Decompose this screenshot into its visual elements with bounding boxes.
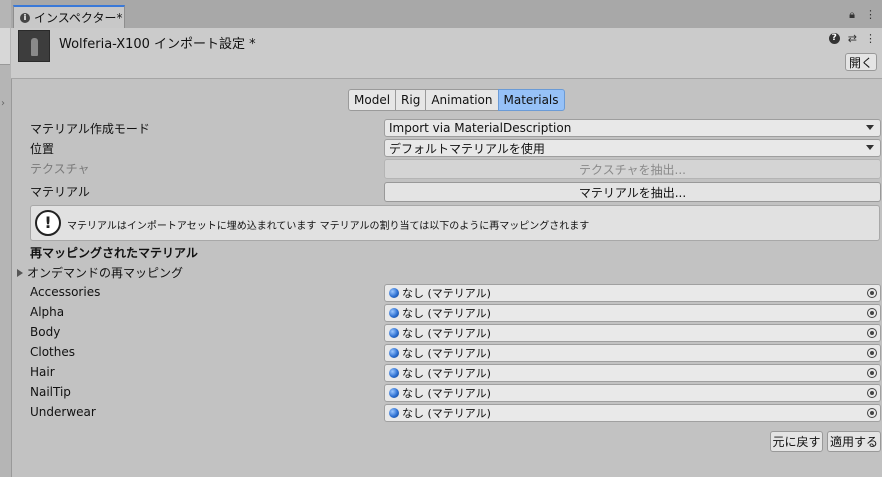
location-dropdown[interactable]: デフォルトマテリアルを使用	[384, 139, 881, 157]
revert-button[interactable]: 元に戻す	[770, 431, 823, 452]
extract-materials-button[interactable]: マテリアルを抽出...	[384, 182, 881, 202]
object-picker-icon[interactable]	[867, 348, 877, 358]
inspector-header: Wolferia-X100 インポート設定 * ? ⇄ ⋮ 開く	[11, 28, 882, 79]
creation-mode-value: Import via MaterialDescription	[389, 121, 572, 135]
material-value: なし (マテリアル)	[402, 347, 491, 360]
lock-icon[interactable]: 🔒︎	[849, 8, 855, 22]
left-panel-header	[0, 28, 10, 65]
more-options-icon[interactable]: ⋮	[865, 32, 876, 45]
tab-inspector-label: インスペクター*	[34, 11, 123, 25]
presets-icon[interactable]: ⇄	[848, 32, 857, 45]
extract-textures-button[interactable]: テクスチャを抽出...	[384, 159, 881, 179]
foldout-arrow-icon	[17, 268, 23, 277]
remapped-materials-heading: 再マッピングされたマテリアル	[30, 246, 198, 260]
material-row: Hair なし (マテリアル)	[30, 364, 882, 382]
material-row: Clothes なし (マテリアル)	[30, 344, 882, 362]
material-sphere-icon	[389, 328, 399, 338]
warning-icon: !	[35, 210, 61, 236]
material-slot-label: Alpha	[30, 305, 65, 319]
material-object-field[interactable]: なし (マテリアル)	[384, 364, 881, 382]
material-value: なし (マテリアル)	[402, 367, 491, 380]
tab-inspector[interactable]: i インスペクター*	[13, 5, 125, 28]
creation-mode-label: マテリアル作成モード	[30, 121, 150, 136]
material-row: Underwear なし (マテリアル)	[30, 404, 882, 422]
material-object-field[interactable]: なし (マテリアル)	[384, 284, 881, 302]
material-object-field[interactable]: なし (マテリアル)	[384, 384, 881, 402]
material-row: Alpha なし (マテリアル)	[30, 304, 882, 322]
material-row: Accessories なし (マテリアル)	[30, 284, 882, 302]
material-slot-label: Accessories	[30, 285, 101, 299]
open-button[interactable]: 開く	[845, 53, 877, 71]
material-row: NailTip なし (マテリアル)	[30, 384, 882, 402]
material-slot-label: Clothes	[30, 345, 75, 359]
tab-animation[interactable]: Animation	[425, 89, 499, 111]
on-demand-remap-label: オンデマンドの再マッピング	[27, 266, 184, 280]
object-picker-icon[interactable]	[867, 368, 877, 378]
apply-button[interactable]: 適用する	[827, 431, 881, 452]
help-icon[interactable]: ?	[828, 33, 840, 44]
material-value: なし (マテリアル)	[402, 307, 491, 320]
object-picker-icon[interactable]	[867, 328, 877, 338]
location-value: デフォルトマテリアルを使用	[389, 141, 545, 156]
material-slot-label: Underwear	[30, 405, 96, 419]
page-title: Wolferia-X100 インポート設定 *	[59, 37, 256, 52]
object-picker-icon[interactable]	[867, 388, 877, 398]
material-object-field[interactable]: なし (マテリアル)	[384, 304, 881, 322]
help-box: ! マテリアルはインポートアセットに埋め込まれています マテリアルの割り当ては以…	[30, 205, 880, 241]
object-picker-icon[interactable]	[867, 288, 877, 298]
material-row: Body なし (マテリアル)	[30, 324, 882, 342]
window-tab-bar: i インスペクター* 🔒︎ ⋮	[11, 0, 882, 29]
material-slot-label: NailTip	[30, 385, 71, 399]
material-object-field[interactable]: なし (マテリアル)	[384, 344, 881, 362]
on-demand-remap-foldout[interactable]: オンデマンドの再マッピング	[17, 264, 183, 281]
location-label: 位置	[30, 141, 55, 156]
textures-label: テクスチャ	[30, 161, 90, 176]
material-sphere-icon	[389, 368, 399, 378]
chevron-down-icon	[866, 125, 874, 130]
material-object-field[interactable]: なし (マテリアル)	[384, 324, 881, 342]
material-sphere-icon	[389, 308, 399, 318]
info-icon: i	[20, 12, 30, 23]
chevron-down-icon	[866, 145, 874, 150]
expand-arrow-icon[interactable]: ›	[1, 98, 5, 109]
material-value: なし (マテリアル)	[402, 407, 491, 420]
tab-materials[interactable]: Materials	[497, 89, 565, 111]
material-sphere-icon	[389, 408, 399, 418]
object-picker-icon[interactable]	[867, 408, 877, 418]
materials-label: マテリアル	[30, 184, 90, 199]
tab-model[interactable]: Model	[348, 89, 397, 111]
material-value: なし (マテリアル)	[402, 327, 491, 340]
material-value: なし (マテリアル)	[402, 387, 491, 400]
material-object-field[interactable]: なし (マテリアル)	[384, 404, 881, 422]
material-slot-label: Hair	[30, 365, 55, 379]
material-slot-label: Body	[30, 325, 61, 339]
material-value: なし (マテリアル)	[402, 287, 491, 300]
help-message: マテリアルはインポートアセットに埋め込まれています マテリアルの割り当ては以下の…	[67, 221, 590, 232]
creation-mode-dropdown[interactable]: Import via MaterialDescription	[384, 119, 881, 137]
material-sphere-icon	[389, 348, 399, 358]
model-thumbnail	[18, 30, 50, 62]
object-picker-icon[interactable]	[867, 308, 877, 318]
material-sphere-icon	[389, 288, 399, 298]
importer-tabs: Model Rig Animation Materials	[348, 89, 565, 111]
material-sphere-icon	[389, 388, 399, 398]
tab-rig[interactable]: Rig	[395, 89, 427, 111]
more-menu-icon[interactable]: ⋮	[865, 8, 876, 22]
